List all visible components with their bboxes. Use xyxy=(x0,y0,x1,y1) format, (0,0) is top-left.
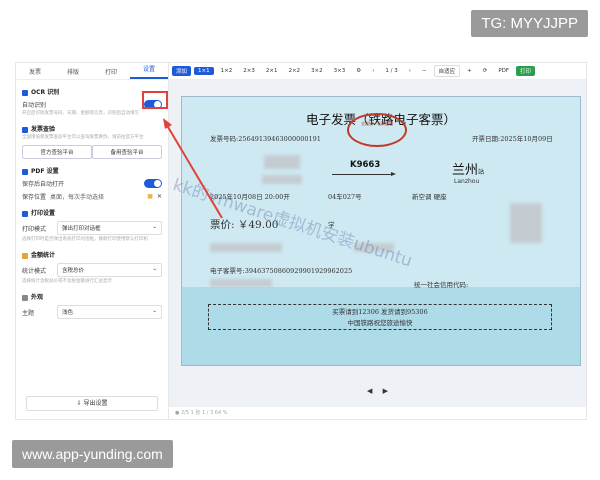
tab-print[interactable]: 打印 xyxy=(92,67,130,76)
add-button[interactable]: 添加 xyxy=(172,66,192,76)
stat-mode-value: 含税总价 xyxy=(62,268,85,274)
arrival-city: 兰州 xyxy=(452,163,479,178)
appearance-title: 外观 xyxy=(31,294,44,301)
query-hint: 全国增值税发票查验平台可以查询发票真伪，请前往官方平台 xyxy=(22,135,144,140)
shield-icon xyxy=(22,126,28,133)
pager: ◀ ▶ xyxy=(169,387,586,395)
chevron-down-icon: ⌄ xyxy=(152,224,157,230)
export-pdf-button[interactable]: PDF xyxy=(494,67,513,75)
auto-ocr-label: 自动识别 xyxy=(22,102,47,109)
export-settings-button[interactable]: ⇩ 导出设置 xyxy=(26,396,158,411)
save-location-label: 保存位置 xyxy=(22,194,47,201)
print-mode-value: 弹出打印对话框 xyxy=(62,226,101,232)
print-mode-select[interactable]: 弹出打印对话框 ⌄ xyxy=(57,221,162,235)
layout-2x1-button[interactable]: 2×1 xyxy=(262,67,282,75)
layout-3x3-button[interactable]: 3×3 xyxy=(330,67,350,75)
invoice-stamp: 全国统一发票监制 xyxy=(347,113,407,147)
settings-gear-icon[interactable]: ⚙ xyxy=(352,67,365,75)
prev-page-icon[interactable]: ‹ xyxy=(368,67,378,75)
auto-open-label: 保存后自动打开 xyxy=(22,181,65,188)
layout-3x2-button[interactable]: 3×2 xyxy=(307,67,327,75)
export-settings-label: 导出设置 xyxy=(83,400,108,407)
print-mode-label: 打印模式 xyxy=(22,225,47,233)
tab-invoice[interactable]: 发票 xyxy=(16,67,54,76)
coin-icon xyxy=(22,252,28,259)
status-bar: ● 2/5 1 张 1 / 3 64 % xyxy=(169,406,586,419)
zoom-in-icon[interactable]: + xyxy=(463,67,476,75)
invoice-number: 发票号码:25649139463000000191 xyxy=(210,135,321,143)
theme-label: 主题 xyxy=(22,309,35,317)
highlight-box xyxy=(142,91,168,109)
scan-icon xyxy=(22,89,28,96)
pdf-section: PDF 设置 保存后自动打开 保存位置 桌面，每次手动选择 ■ ✕ xyxy=(16,159,168,201)
ocr-title: OCR 识别 xyxy=(31,89,60,96)
notice-line1: 买票请到12306 发货请到95306 xyxy=(332,308,428,316)
palette-icon xyxy=(22,294,28,301)
backup-verify-button[interactable]: 备用查验平台 xyxy=(92,145,162,159)
layout-1x2-button[interactable]: 1×2 xyxy=(217,67,237,75)
ticket-number: 电子客票号:39463750860929901929962025 xyxy=(210,267,353,275)
watermark-bottom: www.app-yunding.com xyxy=(12,440,173,468)
redacted-station xyxy=(264,155,300,169)
zoom-out-icon[interactable]: − xyxy=(418,67,431,75)
layout-2x2-button[interactable]: 2×2 xyxy=(284,67,304,75)
notice-line2: 中国铁路祝您旅途愉快 xyxy=(347,319,413,327)
sidebar: 发票 排版 打印 设置 OCR 识别 自动识别 开启后识别发票号码、日期、金额等… xyxy=(16,63,169,419)
next-page-icon[interactable]: › xyxy=(405,67,415,75)
chevron-down-icon: ⌄ xyxy=(152,266,157,272)
layout-2x3-button[interactable]: 2×3 xyxy=(239,67,259,75)
arrival-station-en: Lanzhou xyxy=(454,178,480,185)
stat-mode-label: 统计模式 xyxy=(22,267,47,275)
appearance-section: 外观 主题 浅色 ⌄ xyxy=(16,285,168,319)
folder-icon[interactable]: ■ xyxy=(147,193,153,200)
query-section: 发票查验 全国增值税发票查验平台可以查询发票真伪，请前往官方平台 官方查验平台 … xyxy=(16,117,168,159)
redacted-station-en xyxy=(262,175,302,184)
redacted-qr xyxy=(510,203,542,243)
print-section: 打印设置 打印模式 弹出打印对话框 ⌄ 选择打印时是否弹出系统打印对话框，静默打印… xyxy=(16,201,168,243)
amount-section: 金额统计 统计模式 含税总价 ⌄ 选择统计含税总价或不含税金额进行汇总显示 xyxy=(16,243,168,285)
auto-open-toggle[interactable] xyxy=(144,179,162,188)
train-arrow xyxy=(332,172,396,176)
zoom-select[interactable]: 自适应 xyxy=(433,65,461,77)
stat-mode-select[interactable]: 含税总价 ⌄ xyxy=(57,263,162,277)
tab-layout[interactable]: 排版 xyxy=(54,67,92,76)
watermark-top: TG: MYYJJPP xyxy=(471,10,588,37)
sidebar-tabs: 发票 排版 打印 设置 xyxy=(16,63,168,80)
next-page-button[interactable]: ▶ xyxy=(383,387,388,395)
train-number: K9663 xyxy=(350,160,381,170)
page-indicator: 1 / 3 xyxy=(385,68,398,74)
redacted-buyer xyxy=(210,279,272,287)
query-title: 发票查验 xyxy=(31,126,56,133)
chevron-down-icon: ⌄ xyxy=(152,308,157,314)
print-button[interactable]: 打印 xyxy=(516,66,536,76)
stamp-text: 全国统一发票监制 xyxy=(361,121,393,126)
layout-1x1-button[interactable]: 1×1 xyxy=(194,67,214,75)
official-verify-button[interactable]: 官方查验平台 xyxy=(22,145,92,159)
pdf-title: PDF 设置 xyxy=(31,168,59,175)
clear-icon[interactable]: ✕ xyxy=(157,193,162,200)
arrival-suffix: 站 xyxy=(478,169,485,176)
arrival-station: 兰州站 xyxy=(452,159,484,178)
railway-e-ticket: 电子发票（铁路电子客票） 全国统一发票监制 发票号码:2564913946300… xyxy=(170,96,581,366)
rotate-icon[interactable]: ⟳ xyxy=(479,67,492,75)
issue-date: 开票日期:2025年10月09日 xyxy=(472,135,553,143)
theme-value: 浅色 xyxy=(62,310,74,316)
amount-title: 金额统计 xyxy=(31,252,56,259)
print-title: 打印设置 xyxy=(31,210,56,217)
seat-number: 04车027号 xyxy=(328,193,362,201)
seat-class: 新空调 硬座 xyxy=(412,193,447,201)
toolbar: 添加 1×1 1×2 2×3 2×1 2×2 3×2 3×3 ⚙ ‹ 1 / 3… xyxy=(169,63,586,80)
theme-select[interactable]: 浅色 ⌄ xyxy=(57,305,162,319)
printer-icon xyxy=(22,210,28,217)
invoice-app-window: 发票 排版 打印 设置 OCR 识别 自动识别 开启后识别发票号码、日期、金额等… xyxy=(15,62,587,420)
preview-canvas: 电子发票（铁路电子客票） 全国统一发票监制 发票号码:2564913946300… xyxy=(169,80,586,419)
tab-settings[interactable]: 设置 xyxy=(130,63,168,79)
redacted-id xyxy=(210,243,282,252)
notice-box: 买票请到12306 发货请到95306 中国铁路祝您旅途愉快 xyxy=(208,304,552,330)
print-hint: 选择打印时是否弹出系统打印对话框，静默打印使用默认打印机 xyxy=(22,237,148,242)
save-location-value[interactable]: 桌面，每次手动选择 xyxy=(50,192,147,201)
prev-page-button[interactable]: ◀ xyxy=(367,387,372,395)
file-icon xyxy=(22,168,28,175)
